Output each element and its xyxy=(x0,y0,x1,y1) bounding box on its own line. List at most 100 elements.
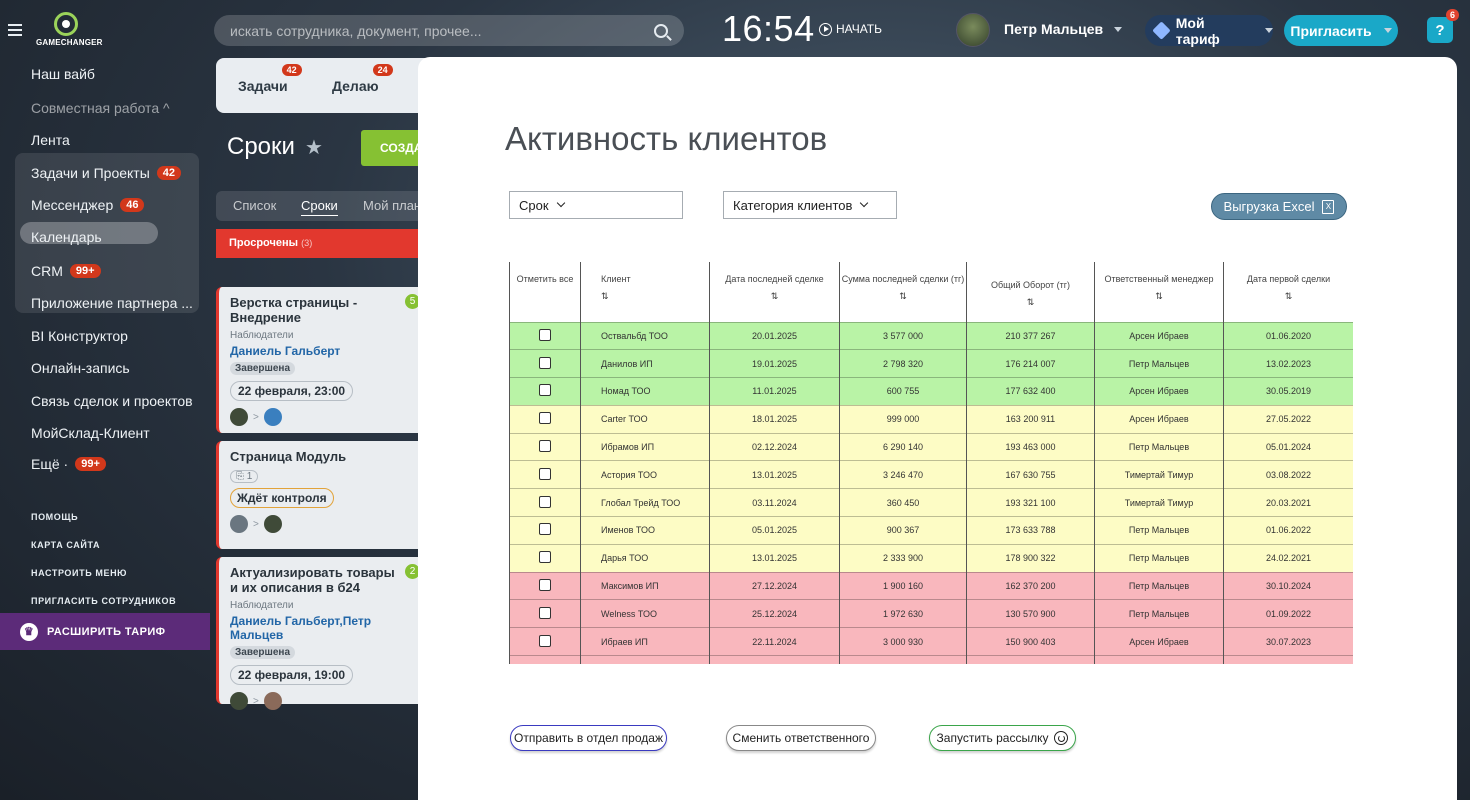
column-header-last-deal-date[interactable]: Дата последней сделке ⇅ xyxy=(709,262,840,322)
view-tab-deadlines[interactable]: Сроки xyxy=(301,198,338,216)
configure-menu-link[interactable]: НАСТРОИТЬ МЕНЮ xyxy=(31,568,127,578)
row-checkbox[interactable] xyxy=(539,356,551,369)
last-deal-sum-cell: 999 000 xyxy=(839,404,967,434)
sidebar-item-vibe[interactable]: Наш вайб xyxy=(31,66,95,82)
table-row[interactable]: Welness ТОО 25.12.2024 1 972 630 130 570 90… xyxy=(509,599,1353,628)
sort-icon[interactable]: ⇅ xyxy=(601,291,709,302)
chevron-down-icon xyxy=(1113,27,1122,33)
search-icon[interactable] xyxy=(654,23,668,38)
column-header-first-deal-date[interactable]: Дата первой сделки ⇅ xyxy=(1223,262,1353,322)
column-header-client[interactable]: Клиент ⇅ xyxy=(580,262,710,322)
sidebar-item-more[interactable]: Ещё · 99+ xyxy=(31,456,106,472)
start-mailing-button[interactable]: Запустить рассылку xyxy=(929,725,1076,751)
column-header-turnover[interactable]: Общий Оборот (тг) ⇅ xyxy=(966,262,1095,322)
sort-icon[interactable]: ⇅ xyxy=(1095,291,1223,302)
deadline-chip[interactable]: 22 февраля, 23:00 xyxy=(230,381,354,401)
last-deal-sum-cell: 2 798 320 xyxy=(839,349,967,378)
period-select[interactable]: Срок xyxy=(509,191,683,219)
table-row[interactable]: Астория ТОО 13.01.2025 3 246 470 167 630 75… xyxy=(509,460,1353,489)
client-category-select[interactable]: Категория клиентов xyxy=(723,191,897,219)
row-checkbox[interactable] xyxy=(539,384,551,397)
row-checkbox[interactable] xyxy=(539,440,551,453)
row-checkbox[interactable] xyxy=(539,328,551,341)
sidebar-item-moysklad[interactable]: МойСклад-Клиент xyxy=(31,425,150,441)
search-input[interactable]: искать сотрудника, документ, прочее... xyxy=(214,15,684,46)
sidebar-item-tasks[interactable]: Задачи и Проекты 42 xyxy=(31,165,182,181)
sidebar-item-messenger[interactable]: Мессенджер 46 xyxy=(31,197,145,213)
table-row[interactable]: Глобал Трейд ТОО 03.11.2024 360 450 193 321… xyxy=(509,488,1353,517)
sidebar-item-partner-app[interactable]: Приложение партнера ... xyxy=(31,295,193,311)
sidebar-item-bi[interactable]: BI Конструктор xyxy=(31,328,128,344)
table-row[interactable] xyxy=(509,655,1353,664)
table-row[interactable]: Ибрамов ИП 02.12.2024 6 290 140 193 463 000… xyxy=(509,432,1353,461)
sidebar-item-calendar[interactable]: Календарь xyxy=(31,229,102,245)
row-checkbox[interactable] xyxy=(539,495,551,508)
last-deal-sum-cell: 3 000 930 xyxy=(839,627,967,656)
column-header-manager[interactable]: Ответственный менеджер ⇅ xyxy=(1094,262,1224,322)
counter-badge: 99+ xyxy=(75,457,106,471)
help-button[interactable]: ? 6 xyxy=(1427,9,1459,43)
table-row[interactable]: Дарья ТОО 13.01.2025 2 333 900 178 900 322 П… xyxy=(509,543,1353,573)
view-tab-my-plan[interactable]: Мой план xyxy=(363,198,421,213)
task-card[interactable]: Страница Модуль ⎘ 1 Ждёт контроля > xyxy=(216,441,426,549)
row-checkbox[interactable] xyxy=(539,551,551,564)
task-card[interactable]: 2 Актуализировать товары и их описания в… xyxy=(216,557,426,710)
sort-icon[interactable]: ⇅ xyxy=(710,291,839,302)
change-owner-button[interactable]: Сменить ответственного xyxy=(726,725,876,751)
start-workday-button[interactable]: НАЧАТЬ xyxy=(819,22,882,36)
page-title: Сроки ★ xyxy=(227,133,323,161)
sort-icon[interactable]: ⇅ xyxy=(840,291,966,302)
sidebar-item-collaboration[interactable]: Совместная работа ^ xyxy=(31,100,170,116)
turnover-cell: 163 200 911 xyxy=(966,404,1095,434)
table-row[interactable]: Оствальбд ТОО 20.01.2025 3 577 000 210 377 … xyxy=(509,321,1353,350)
clients-table: Отметить все Клиент ⇅ Дата последней сдел… xyxy=(509,262,1353,664)
sidebar-item-feed[interactable]: Лента xyxy=(31,132,70,148)
excel-export-button[interactable]: Выгрузка Excel X xyxy=(1211,193,1347,220)
upgrade-tariff-button[interactable]: ♛ РАСШИРИТЬ ТАРИФ xyxy=(0,613,210,650)
help-link[interactable]: ПОМОЩЬ xyxy=(31,512,78,522)
sidebar-item-deals-projects[interactable]: Связь сделок и проектов xyxy=(31,393,193,409)
column-header-select-all[interactable]: Отметить все xyxy=(509,262,581,322)
row-checkbox[interactable] xyxy=(539,634,551,647)
user-menu[interactable]: Петр Мальцев xyxy=(956,13,1122,47)
invite-employees-link[interactable]: ПРИГЛАСИТЬ СОТРУДНИКОВ xyxy=(31,596,176,606)
table-row[interactable]: Данилов ИП 19.01.2025 2 798 320 176 214 007… xyxy=(509,349,1353,378)
logo[interactable]: GAMECHANGER xyxy=(36,12,102,50)
whatsapp-icon xyxy=(1054,731,1069,745)
sitemap-link[interactable]: КАРТА САЙТА xyxy=(31,540,100,550)
tab-doing[interactable]: Делаю 24 xyxy=(332,64,393,94)
observer-link[interactable]: Даниель Гальберт xyxy=(230,344,426,358)
deadline-chip[interactable]: 22 февраля, 19:00 xyxy=(230,665,354,685)
manager-cell: Петр Мальцев xyxy=(1094,349,1224,378)
table-row[interactable]: Номад ТОО 11.01.2025 600 755 177 632 400 Арс… xyxy=(509,377,1353,406)
my-tariff-button[interactable]: Мой тариф xyxy=(1145,15,1273,47)
column-header-last-deal-sum[interactable]: Сумма последней сделки (тг) ⇅ xyxy=(839,262,967,322)
invite-button[interactable]: Пригласить xyxy=(1284,15,1398,46)
sort-icon[interactable]: ⇅ xyxy=(1224,291,1353,302)
status-badge: Завершена xyxy=(230,362,296,375)
tab-tasks[interactable]: Задачи 42 xyxy=(238,64,302,94)
sort-icon[interactable]: ⇅ xyxy=(967,297,1094,308)
star-icon[interactable]: ★ xyxy=(305,135,323,160)
observer-link[interactable]: Даниель Гальберт,Петр Мальцев xyxy=(230,614,426,642)
send-to-sales-button[interactable]: Отправить в отдел продаж xyxy=(510,725,667,751)
view-tab-list[interactable]: Список xyxy=(233,198,276,213)
table-row[interactable]: Максимов ИП 27.12.2024 1 900 160 162 370 20… xyxy=(509,571,1353,600)
change-owner-label: Сменить ответственного xyxy=(732,731,870,745)
row-checkbox[interactable] xyxy=(539,412,551,425)
row-checkbox[interactable] xyxy=(539,467,551,480)
table-row[interactable]: Ибраев ИП 22.11.2024 3 000 930 150 900 403 А… xyxy=(509,627,1353,656)
row-checkbox[interactable] xyxy=(539,579,551,592)
task-title: Актуализировать товары и их описания в б… xyxy=(230,565,395,595)
menu-burger-icon[interactable] xyxy=(8,24,22,36)
sidebar-item-label: Совместная работа ^ xyxy=(31,100,170,116)
row-checkbox[interactable] xyxy=(539,523,551,536)
row-checkbox[interactable] xyxy=(539,606,551,619)
task-card[interactable]: 5 Верстка страницы - Внедрение Наблюдате… xyxy=(216,287,426,433)
table-row[interactable]: Carter ТОО 18.01.2025 999 000 163 200 911 Ар… xyxy=(509,404,1353,434)
sidebar-item-booking[interactable]: Онлайн-запись xyxy=(31,360,130,376)
table-row[interactable]: Именов ТОО 05.01.2025 900 367 173 633 788 Пе… xyxy=(509,516,1353,545)
sidebar: Наш вайб Совместная работа ^ Лента Задач… xyxy=(0,60,210,800)
sidebar-item-crm[interactable]: CRM 99+ xyxy=(31,263,101,279)
sidebar-item-label: Ещё · xyxy=(31,456,69,472)
